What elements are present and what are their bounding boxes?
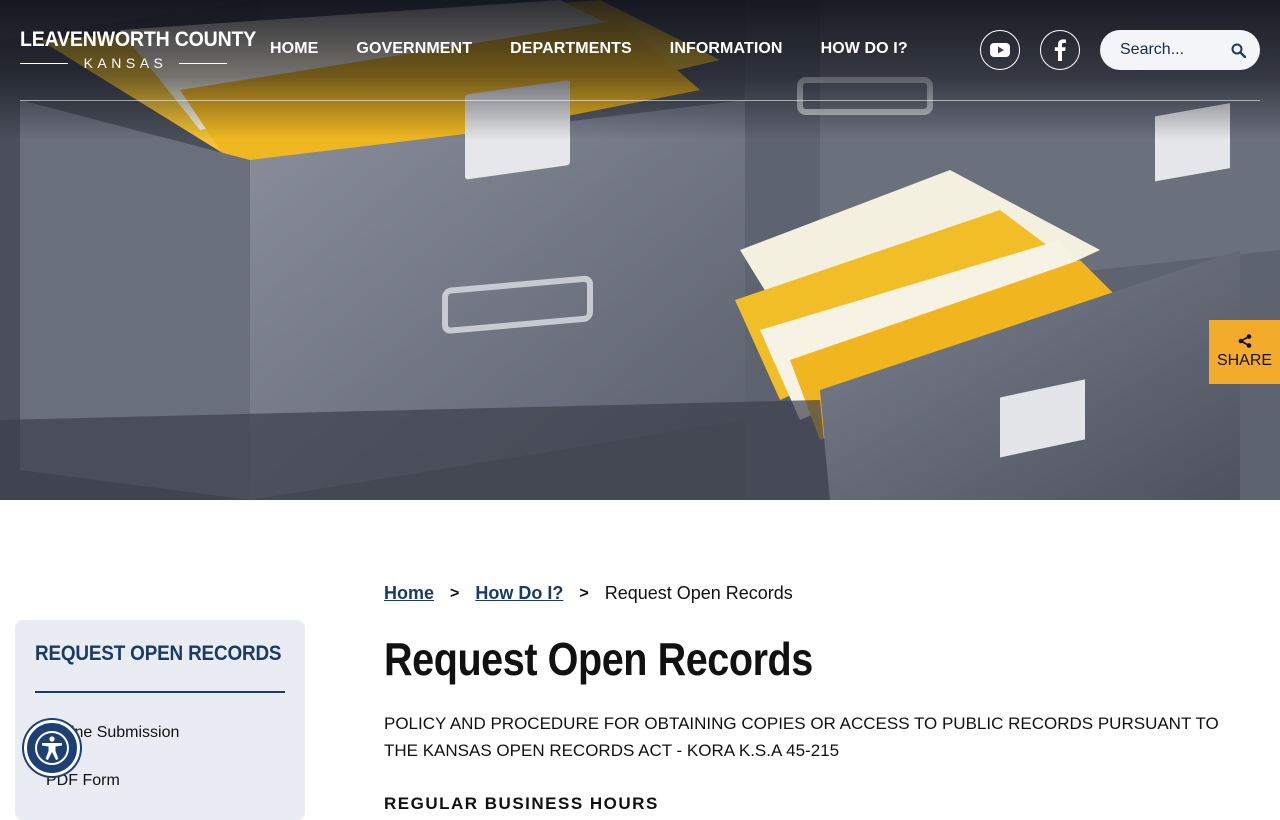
logo-divider <box>20 62 68 64</box>
logo-subtitle-row: KANSAS <box>20 55 227 71</box>
search-button[interactable] <box>1231 43 1246 58</box>
search-input[interactable] <box>1120 41 1220 59</box>
sidebar-title: REQUEST OPEN RECORDS <box>35 642 282 665</box>
breadcrumb-how-do-i[interactable]: How Do I? <box>475 583 563 604</box>
share-icon <box>1238 334 1251 348</box>
nav-government[interactable]: GOVERNMENT <box>356 40 472 58</box>
main-nav: HOME GOVERNMENT DEPARTMENTS INFORMATION … <box>270 40 946 58</box>
policy-text: POLICY AND PROCEDURE FOR OBTAINING COPIE… <box>384 714 1219 760</box>
facebook-button[interactable] <box>1040 30 1080 70</box>
logo-subtitle: KANSAS <box>83 55 168 71</box>
breadcrumb-separator: > <box>450 584 460 602</box>
nav-departments[interactable]: DEPARTMENTS <box>510 40 632 58</box>
logo-divider <box>179 62 227 64</box>
breadcrumb-separator: > <box>579 584 589 602</box>
search-box <box>1100 30 1260 70</box>
breadcrumb-current: Request Open Records <box>604 583 793 603</box>
share-label: SHARE <box>1216 352 1273 369</box>
youtube-button[interactable] <box>980 30 1020 70</box>
facebook-icon <box>1054 39 1066 61</box>
nav-how-do-i[interactable]: HOW DO I? <box>821 40 908 58</box>
site-logo[interactable]: LEAVENWORTH COUNTY KANSAS <box>20 28 257 71</box>
share-button[interactable]: SHARE <box>1209 320 1280 384</box>
nav-information[interactable]: INFORMATION <box>670 40 783 58</box>
breadcrumb: Home > How Do I? > Request Open Records <box>384 583 793 604</box>
logo-title: LEAVENWORTH COUNTY <box>20 28 257 51</box>
accessibility-button[interactable] <box>24 720 80 776</box>
youtube-icon <box>990 43 1010 57</box>
breadcrumb-home[interactable]: Home <box>384 583 434 604</box>
hero-banner <box>0 0 1280 500</box>
accessibility-icon <box>35 731 69 765</box>
section-heading: REGULAR BUSINESS HOURS <box>384 794 659 813</box>
search-icon <box>1231 43 1246 58</box>
page-title: Request Open Records <box>384 633 813 685</box>
sidebar-divider <box>35 691 285 693</box>
header-divider <box>20 100 1260 101</box>
nav-home[interactable]: HOME <box>270 40 318 58</box>
